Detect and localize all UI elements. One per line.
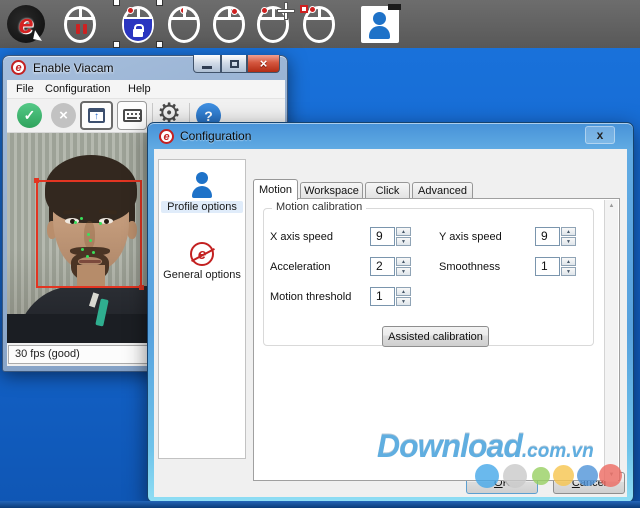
mouse-pause-icon[interactable] (64, 6, 96, 43)
menu-help[interactable]: Help (123, 80, 156, 99)
dialog-title: Configuration (180, 123, 251, 149)
close-button[interactable]: × (247, 55, 280, 73)
sidebar-item-general-options[interactable]: e General options (161, 242, 243, 281)
smoothness-spinner[interactable]: ▲▼ (561, 257, 576, 276)
sidebar-item-profile-options[interactable]: Profile options (161, 172, 243, 213)
disable-tracking-button[interactable]: × (51, 103, 76, 128)
tracker-point (80, 217, 83, 220)
desktop: e (0, 0, 640, 508)
mouse-right-click-icon[interactable] (213, 6, 245, 43)
tracker-point (99, 222, 102, 225)
smoothness-input[interactable]: 1 (535, 257, 560, 276)
app-logo-icon: e (159, 129, 174, 144)
keyboard-icon (123, 109, 142, 122)
caption-buttons: × (193, 55, 280, 73)
onscreen-keyboard-button[interactable] (117, 101, 147, 130)
tracker-point (74, 221, 77, 224)
x-axis-speed-label: X axis speed (270, 227, 333, 247)
mouse-left-click-icon[interactable] (168, 6, 200, 43)
launcher-toolbar: e (0, 0, 640, 48)
motion-threshold-spinner[interactable]: ▲▼ (396, 287, 411, 306)
minimize-button[interactable] (193, 55, 221, 73)
y-axis-speed-spinner[interactable]: ▲▼ (561, 227, 576, 246)
enable-tracking-button[interactable]: ✓ (17, 103, 42, 128)
y-axis-speed-label: Y axis speed (439, 227, 502, 247)
mouse-move-icon[interactable] (257, 6, 289, 43)
group-title: Motion calibration (272, 201, 366, 213)
options-sidebar: Profile options e General options (158, 159, 246, 459)
tab-click[interactable]: Click (365, 182, 410, 199)
motion-calibration-group: Motion calibration X axis speed 9 ▲▼ Y a… (263, 208, 594, 346)
menu-bar: File Configuration Help (7, 80, 285, 99)
x-axis-speed-spinner[interactable]: ▲▼ (396, 227, 411, 246)
window-title: Enable Viacam (33, 56, 114, 80)
profile-options-icon (189, 172, 215, 198)
window-up-arrow-icon (88, 108, 105, 123)
user-profile-icon[interactable] (361, 6, 399, 43)
acceleration-label: Acceleration (270, 257, 331, 277)
mouse-lock-icon[interactable] (122, 6, 154, 43)
motion-threshold-input[interactable]: 1 (370, 287, 395, 306)
app-logo-icon: e (11, 60, 26, 75)
maximize-button[interactable] (221, 55, 247, 73)
pointer-action-button[interactable] (80, 101, 113, 130)
tab-motion[interactable]: Motion (253, 179, 298, 200)
general-options-icon: e (190, 242, 214, 266)
vertical-scrollbar[interactable] (604, 200, 618, 481)
tracker-point (81, 248, 84, 251)
dialog-body: Profile options e General options Motion… (154, 149, 627, 497)
tracker-point (86, 255, 89, 258)
tracker-point (92, 251, 95, 254)
menu-configuration[interactable]: Configuration (40, 80, 115, 99)
motion-tab-panel: Motion calibration X axis speed 9 ▲▼ Y a… (253, 198, 620, 481)
tab-advanced[interactable]: Advanced (412, 182, 473, 199)
y-axis-speed-input[interactable]: 9 (535, 227, 560, 246)
eviacam-logo-icon[interactable]: e (7, 5, 45, 43)
motion-threshold-label: Motion threshold (270, 287, 351, 307)
tab-workspace[interactable]: Workspace (300, 182, 363, 199)
acceleration-input[interactable]: 2 (370, 257, 395, 276)
dialog-close-button[interactable]: x (585, 126, 615, 144)
taskbar-edge (0, 501, 640, 508)
menu-file[interactable]: File (11, 80, 39, 99)
assisted-calibration-button[interactable]: Assisted calibration (382, 326, 489, 347)
smoothness-label: Smoothness (439, 257, 500, 277)
tracker-point (87, 233, 90, 236)
configuration-dialog: e Configuration x Profile options e Gene… (147, 122, 634, 503)
acceleration-spinner[interactable]: ▲▼ (396, 257, 411, 276)
mouse-drag-icon[interactable] (303, 6, 335, 43)
x-axis-speed-input[interactable]: 9 (370, 227, 395, 246)
tracker-point (89, 239, 92, 242)
